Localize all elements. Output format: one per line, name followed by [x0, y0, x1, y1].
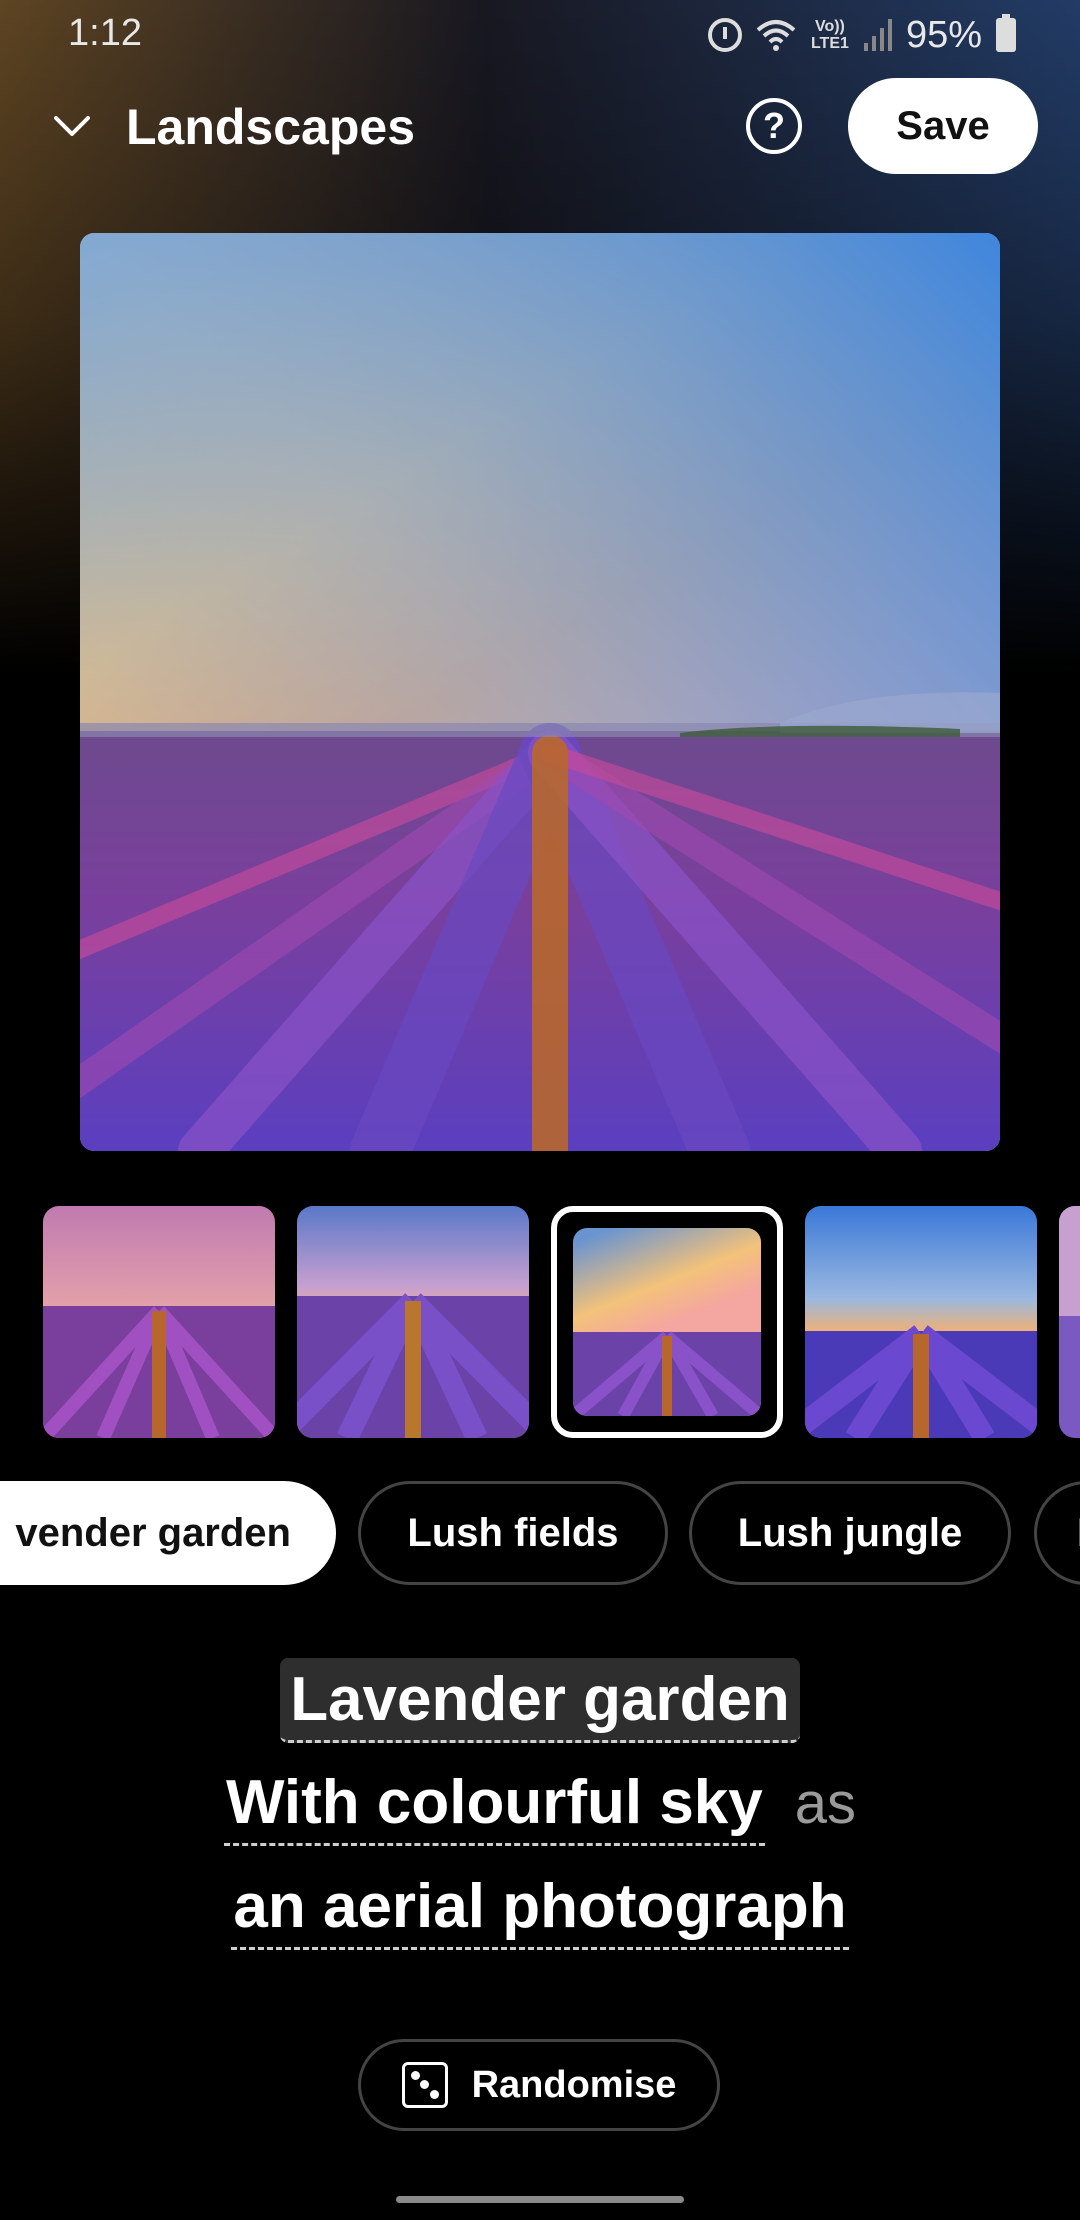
- prompt-builder: Lavender garden With colourful sky as an…: [0, 1648, 1080, 1960]
- chip-lush-jungle[interactable]: Lush jungle: [689, 1481, 1011, 1585]
- thumbnail-5[interactable]: [1059, 1206, 1080, 1438]
- lte-icon: Vo)) LTE1: [810, 18, 849, 52]
- status-bar: 1:12 Vo)) LTE1 95%: [0, 0, 1080, 70]
- help-button[interactable]: ?: [746, 98, 802, 154]
- thumbnail-strip: [0, 1204, 1080, 1440]
- alarm-icon: [707, 18, 742, 52]
- prompt-style[interactable]: an aerial photograph: [231, 1867, 849, 1950]
- header: Landscapes ? Save: [0, 78, 1080, 174]
- chevron-down-icon[interactable]: [48, 102, 96, 150]
- page-title: Landscapes: [126, 99, 416, 155]
- prompt-connector: as: [794, 1771, 857, 1836]
- battery-percent: 95%: [905, 13, 982, 56]
- wifi-icon: [756, 18, 796, 52]
- thumbnail-1[interactable]: [43, 1206, 275, 1438]
- generated-wallpaper-preview: [80, 233, 1000, 1151]
- dice-icon: [401, 2062, 448, 2108]
- prompt-modifier[interactable]: With colourful sky: [223, 1763, 765, 1846]
- randomise-label: Randomise: [471, 2063, 677, 2106]
- status-time: 1:12: [68, 12, 142, 54]
- prompt-line-1: Lavender garden: [0, 1648, 1080, 1752]
- save-button[interactable]: Save: [848, 78, 1038, 174]
- randomise-button[interactable]: Randomise: [358, 2039, 720, 2131]
- status-icons: Vo)) LTE1 95%: [707, 12, 1016, 58]
- chip-next[interactable]: L: [1034, 1481, 1080, 1585]
- thumbnail-3[interactable]: [551, 1206, 783, 1438]
- thumbnail-2[interactable]: [297, 1206, 529, 1438]
- chip-lavender-garden[interactable]: vender garden: [0, 1481, 336, 1585]
- chip-lush-fields[interactable]: Lush fields: [358, 1481, 668, 1585]
- prompt-line-2: With colourful sky as: [0, 1752, 1080, 1856]
- thumbnail-4[interactable]: [805, 1206, 1037, 1438]
- home-indicator[interactable]: [396, 2196, 684, 2203]
- style-chip-row: vender garden Lush fields Lush jungle L: [0, 1481, 1080, 1585]
- battery-icon: [996, 14, 1016, 52]
- prompt-line-3: an aerial photograph: [0, 1856, 1080, 1960]
- signal-icon: [863, 19, 892, 51]
- thumbnail-3-image: [573, 1228, 761, 1416]
- prompt-subject[interactable]: Lavender garden: [280, 1657, 800, 1743]
